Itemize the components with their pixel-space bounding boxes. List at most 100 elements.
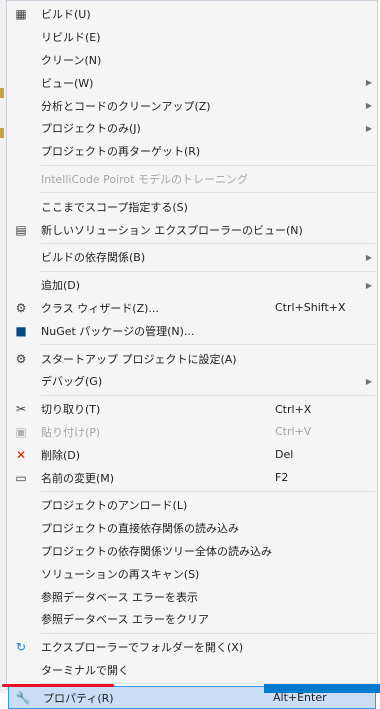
menu-item-label: ここまでスコープ指定する(S) [41,200,188,214]
menu-item[interactable]: クリーン(N) [7,49,377,72]
menu-item[interactable]: ビュー(W) ▶ [7,71,377,94]
menu-item[interactable]: 参照データベース エラーをクリア [7,608,377,631]
menu-item[interactable]: プロジェクトの再ターゲット(R) [7,140,377,163]
icon-slot [7,562,35,585]
menu-item-label: ビルド(U) [41,8,91,22]
menu-item-shortcut: Alt+Enter [273,691,327,705]
icon-slot [7,140,35,163]
menu-item[interactable]: デバッグ(G) ▶ [7,370,377,393]
rename-icon: ▭ [15,470,27,485]
menu-item-label: エクスプローラーでフォルダーを開く(X) [41,641,244,655]
menu-separator [41,164,375,166]
menu-item[interactable]: ✂ 切り取り(T) Ctrl+X [7,398,377,421]
menu-item-label: クラス ウィザード(Z)... [41,301,159,315]
status-bar-fragment [264,684,380,693]
icon-slot [7,49,35,72]
open-folder-explorer-icon: ↻ [15,640,27,655]
menu-item[interactable]: ビルドの依存関係(B) ▶ [7,246,377,269]
menu-item[interactable]: 分析とコードのクリーンアップ(Z) ▶ [7,94,377,117]
new-solution-explorer-view-icon: ▤ [15,222,27,237]
menu-item[interactable]: ▭ 名前の変更(M) F2 [7,466,377,489]
icon-slot [7,246,35,269]
menu-item-label: プロジェクトのみ(J) [41,122,141,136]
menu-separator [41,632,375,634]
menu-item[interactable]: ▤ 新しいソリューション エクスプローラーのビュー(N) [7,218,377,241]
build-icon: ▦ [15,7,27,22]
menu-item-label: 貼り付け(P) [41,425,101,439]
menu-item-label: 名前の変更(M) [41,471,115,485]
menu-item[interactable]: ↻ エクスプローラーでフォルダーを開く(X) [7,636,377,659]
icon-slot [7,608,35,631]
icon-slot [7,94,35,117]
menu-separator [41,344,375,346]
menu-item-label: 切り取り(T) [41,403,101,417]
red-annotation-underline [2,684,114,687]
scissors-icon: ✂ [15,402,27,417]
menu-item-label: プロジェクトのアンロード(L) [41,499,188,513]
menu-item-label: プロジェクトの依存関係ツリー全体の読み込み [41,544,272,558]
menu-separator [41,242,375,244]
icon-slot [7,117,35,140]
icon-slot [7,540,35,563]
menu-item: ▣ 貼り付け(P) Ctrl+V [7,421,377,444]
menu-item-label: ビュー(W) [41,76,94,90]
icon-slot [7,585,35,608]
menu-item-shortcut: Del [275,448,294,462]
menu-item-label: リビルド(E) [41,31,101,45]
menu-item[interactable]: ⚙ クラス ウィザード(Z)... Ctrl+Shift+X [7,297,377,320]
icon-slot [7,274,35,297]
menu-item-label: ビルドの依存関係(B) [41,251,146,265]
menu-item-label: プロジェクトの再ターゲット(R) [41,145,201,159]
menu-item-shortcut: Ctrl+V [275,425,312,439]
menu-item[interactable]: リビルド(E) [7,26,377,49]
menu-item[interactable]: ▦ ビルド(U) [7,3,377,26]
menu-item-label: 新しいソリューション エクスプローラーのビュー(N) [41,223,303,237]
icon-slot [7,370,35,393]
icon-slot [7,71,35,94]
icon-slot [7,168,35,191]
class-wizard-icon: ⚙ [15,300,27,315]
icon-slot [7,26,35,49]
menu-item-label: 参照データベース エラーをクリア [41,613,209,627]
menu-item-label: 削除(D) [41,448,81,462]
submenu-arrow-icon: ▶ [365,123,373,133]
submenu-arrow-icon: ▶ [365,280,373,290]
menu-item-shortcut: F2 [275,471,289,485]
menu-item[interactable]: ■ NuGet パッケージの管理(N)... [7,319,377,342]
menu-item[interactable]: プロジェクトの依存関係ツリー全体の読み込み [7,540,377,563]
nuget-icon: ■ [15,323,27,338]
menu-item[interactable]: ⚙ スタートアップ プロジェクトに設定(A) [7,347,377,370]
menu-item[interactable]: ここまでスコープ指定する(S) [7,195,377,218]
menu-item[interactable]: プロジェクトのみ(J) ▶ [7,117,377,140]
icon-slot [7,494,35,517]
context-menu: ▦ ビルド(U) リビルド(E) クリーン(N) ビュー(W) ▶ 分析とコードのクリーンア… [6,0,378,709]
menu-item-label: 分析とコードのクリーンアップ(Z) [41,99,211,113]
menu-item-shortcut: Ctrl+Shift+X [275,301,346,315]
menu-item-label: スタートアップ プロジェクトに設定(A) [41,352,237,366]
menu-item-label: ソリューションの再スキャン(S) [41,567,200,581]
menu-item[interactable]: ソリューションの再スキャン(S) [7,562,377,585]
menu-item[interactable]: プロジェクトのアンロード(L) [7,494,377,517]
menu-separator [41,490,375,492]
gear-icon: ⚙ [15,351,27,366]
menu-item[interactable]: 追加(D) ▶ [7,274,377,297]
menu-item-label: クリーン(N) [41,53,102,67]
wrench-icon: 🔧 [15,690,31,705]
editor-marker [0,128,4,138]
submenu-arrow-icon: ▶ [365,376,373,386]
menu-item-label: ターミナルで開く [41,663,129,677]
menu-item[interactable]: ✕ 削除(D) Del [7,443,377,466]
menu-item[interactable]: 参照データベース エラーを表示 [7,585,377,608]
icon-slot [7,659,35,682]
menu-item[interactable]: ターミナルで開く [7,659,377,682]
menu-item-label: デバッグ(G) [41,375,103,389]
menu-item-label: プロジェクトの直接依存関係の読み込み [41,522,239,536]
menu-item-label: プロパティ(R) [43,691,114,705]
menu-item[interactable]: プロジェクトの直接依存関係の読み込み [7,517,377,540]
icon-slot [7,517,35,540]
submenu-arrow-icon: ▶ [365,78,373,88]
submenu-arrow-icon: ▶ [365,101,373,111]
delete-icon: ✕ [15,447,27,462]
menu-item-label: 参照データベース エラーを表示 [41,590,198,604]
menu-item-label: 追加(D) [41,279,81,293]
